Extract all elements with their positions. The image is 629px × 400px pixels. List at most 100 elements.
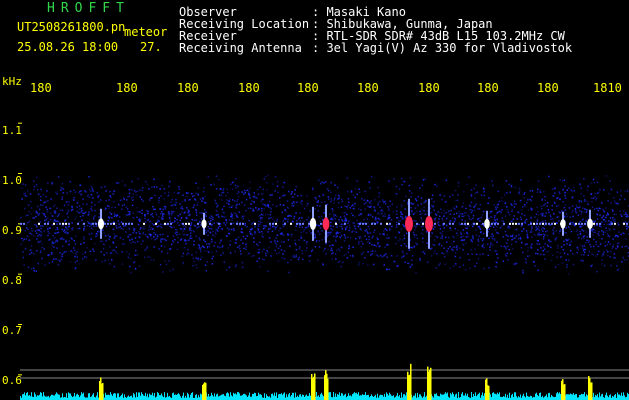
noise-dot (330, 218, 332, 221)
carrier-dot (47, 222, 49, 225)
noise-dot (177, 215, 179, 217)
noise-dot (483, 191, 485, 193)
noise-dot (553, 201, 556, 203)
noise-dot (168, 191, 170, 194)
noise-dot (121, 208, 123, 210)
noise-dot (349, 227, 351, 229)
noise-dot (144, 249, 146, 251)
noise-dot (364, 190, 366, 193)
noise-dot (319, 227, 322, 229)
noise-dot (95, 259, 97, 261)
carrier-dot (416, 222, 418, 225)
x-tick-label: 180 (30, 81, 52, 95)
noise-dot (332, 225, 335, 228)
noise-dot (540, 208, 543, 210)
noise-dot (585, 241, 587, 244)
noise-dot (424, 178, 426, 181)
noise-dot (599, 188, 601, 191)
noise-dot (472, 234, 474, 237)
noise-dot (170, 214, 173, 216)
histogram-noise-bar (370, 396, 371, 400)
noise-dot (360, 245, 362, 248)
noise-dot (500, 245, 502, 247)
histogram-noise-bar (614, 395, 615, 400)
noise-dot (133, 261, 136, 263)
noise-dot (598, 191, 600, 194)
noise-dot (27, 228, 29, 230)
histogram-noise-bar (253, 394, 254, 400)
histogram-noise-bar (162, 395, 163, 400)
noise-dot (222, 245, 224, 247)
noise-dot (338, 194, 340, 197)
noise-dot (455, 263, 457, 265)
noise-dot (88, 211, 90, 213)
noise-dot (197, 243, 200, 246)
noise-dot (202, 246, 205, 248)
histogram-noise-bar (283, 393, 284, 400)
noise-dot (160, 195, 162, 197)
noise-dot (545, 230, 547, 233)
noise-dot (265, 225, 267, 227)
noise-dot (500, 220, 503, 222)
noise-dot (578, 200, 581, 202)
noise-dot (570, 230, 573, 233)
noise-dot (43, 201, 45, 204)
histogram-noise-bar (216, 394, 217, 400)
noise-dot (38, 229, 41, 231)
histogram-noise-bar (320, 394, 321, 400)
noise-dot (289, 245, 291, 247)
noise-dot (28, 210, 30, 213)
noise-dot (71, 228, 73, 230)
noise-dot (522, 272, 524, 274)
noise-dot (413, 234, 415, 236)
noise-dot (65, 241, 67, 243)
noise-dot (114, 206, 116, 209)
histogram-noise-bar (187, 392, 188, 400)
noise-dot (126, 208, 129, 210)
noise-dot (562, 249, 565, 251)
noise-dot (203, 187, 205, 189)
noise-dot (128, 195, 131, 197)
histogram-noise-bar (239, 393, 240, 400)
noise-dot (27, 266, 30, 269)
noise-dot (377, 204, 379, 206)
noise-dot (531, 190, 534, 192)
noise-dot (339, 225, 341, 228)
histogram-noise-bar (243, 393, 244, 400)
histogram-noise-bar (47, 396, 48, 400)
noise-dot (536, 243, 538, 245)
noise-dot (27, 204, 30, 206)
histogram-noise-bar (420, 394, 421, 400)
noise-dot (195, 219, 197, 222)
noise-dot (291, 204, 293, 207)
noise-dot (462, 244, 465, 246)
noise-dot (373, 206, 375, 208)
noise-dot (434, 219, 437, 222)
carrier-dot (452, 222, 454, 225)
noise-dot (364, 235, 366, 237)
noise-dot (37, 214, 40, 216)
noise-dot (87, 220, 89, 223)
noise-dot (536, 234, 539, 236)
noise-dot (341, 220, 344, 222)
noise-dot (561, 180, 564, 182)
noise-dot (450, 243, 453, 245)
histogram-noise-bar (40, 392, 41, 400)
histogram-noise-bar (333, 392, 334, 400)
noise-dot (391, 225, 393, 228)
noise-dot (171, 210, 173, 213)
noise-dot (304, 227, 307, 229)
noise-dot (153, 246, 155, 248)
noise-dot (625, 238, 627, 240)
noise-dot (314, 207, 316, 210)
noise-dot (41, 246, 44, 249)
noise-dot (470, 194, 473, 196)
noise-dot (354, 216, 356, 218)
histogram-noise-bar (522, 395, 523, 400)
noise-dot (450, 209, 452, 212)
histogram-noise-bar (207, 396, 208, 400)
noise-dot (253, 201, 255, 203)
noise-dot (25, 224, 27, 226)
noise-dot (443, 247, 445, 249)
histogram-noise-bar (226, 393, 227, 400)
